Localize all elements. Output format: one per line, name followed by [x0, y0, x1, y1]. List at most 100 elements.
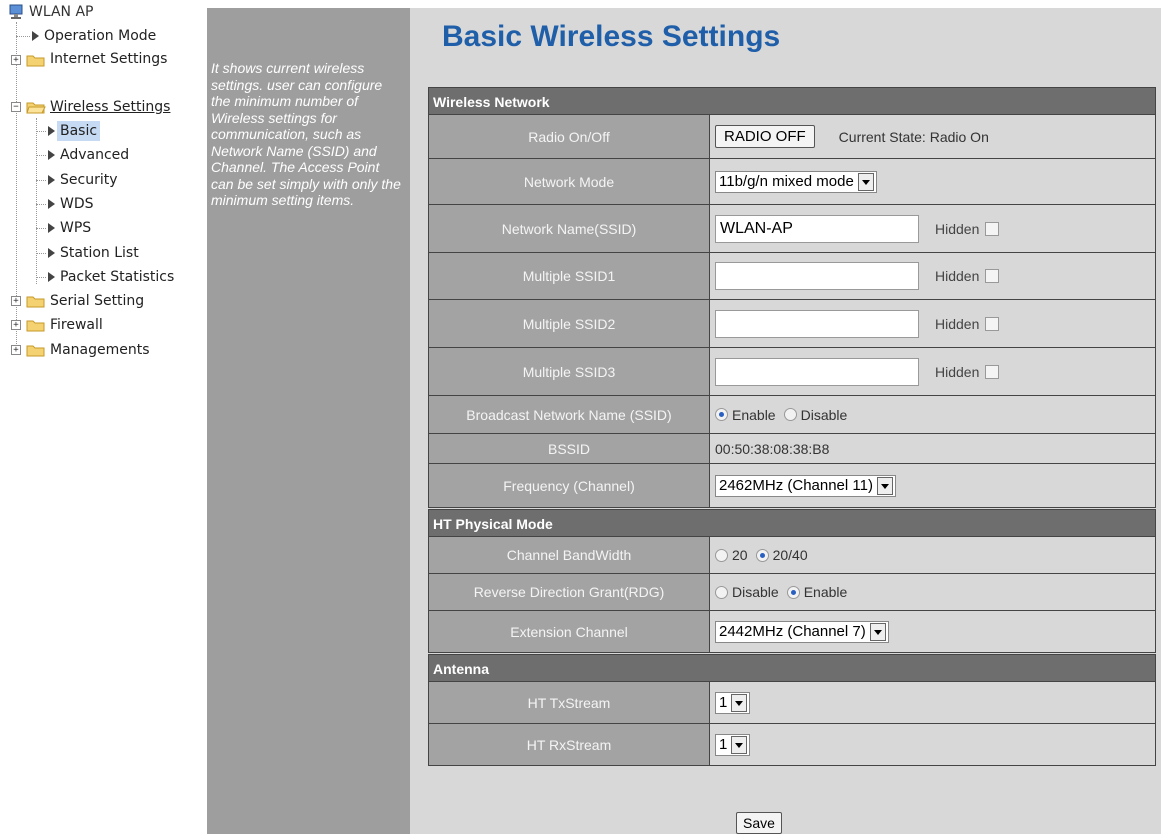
folder-icon [26, 320, 45, 332]
rdg-enable-radio[interactable] [786, 585, 800, 599]
row-radio: Radio On/Off RADIO OFF Current State: Ra… [428, 115, 1156, 159]
hidden-label: Hidden [935, 220, 980, 237]
expand-icon[interactable]: + [11, 345, 21, 355]
broadcast-disable-radio[interactable] [783, 408, 797, 421]
frequency-value: 2462MHz (Channel 11) [719, 477, 873, 494]
tree-item-wireless-settings[interactable]: Wireless Settings [50, 97, 170, 117]
section-ht-physical-mode: HT Physical Mode [428, 509, 1156, 537]
row-frequency: Frequency (Channel) 2462MHz (Channel 11) [428, 464, 1156, 508]
arrow-icon [32, 31, 39, 41]
settings-table: Wireless Network Radio On/Off RADIO OFF … [428, 86, 1156, 766]
tree-root-label[interactable]: WLAN AP [29, 2, 93, 22]
radio-off-button[interactable]: RADIO OFF [715, 125, 815, 148]
extension-channel-value: 2442MHz (Channel 7) [719, 623, 866, 640]
save-button[interactable]: Save [736, 812, 782, 834]
mssid1-input[interactable] [715, 262, 919, 290]
expand-icon[interactable]: + [11, 55, 21, 65]
tree-item-advanced[interactable]: Advanced [60, 145, 129, 165]
rdg-disable-label: Disable [732, 584, 779, 600]
collapse-icon[interactable]: − [11, 102, 21, 112]
rx-stream-select[interactable]: 1 [715, 733, 751, 756]
row-mssid1: Multiple SSID1 Hidden [428, 253, 1156, 300]
dropdown-arrow-icon [876, 476, 893, 495]
tree-item-internet-settings[interactable]: Internet Settings [50, 49, 167, 69]
tree-item-security[interactable]: Security [60, 170, 118, 190]
mssid1-hidden-checkbox[interactable] [985, 269, 1000, 283]
hidden-label: Hidden [935, 363, 980, 380]
network-mode-value: 11b/g/n mixed mode [719, 173, 854, 190]
arrow-icon [48, 248, 55, 258]
ssid-input[interactable]: WLAN-AP [715, 214, 919, 243]
arrow-icon [48, 175, 55, 185]
ssid-hidden-checkbox[interactable] [985, 221, 1000, 236]
row-network-mode: Network Mode 11b/g/n mixed mode [428, 159, 1156, 205]
mssid3-input[interactable] [715, 357, 919, 386]
section-antenna: Antenna [428, 654, 1156, 682]
open-folder-icon [26, 102, 46, 114]
mssid2-label: Multiple SSID2 [429, 300, 710, 347]
network-mode-select[interactable]: 11b/g/n mixed mode [715, 170, 877, 193]
broadcast-enable-label: Enable [732, 406, 776, 423]
bssid-value: 00:50:38:08:38:B8 [710, 434, 1155, 463]
arrow-icon [48, 272, 55, 282]
row-bandwidth: Channel BandWidth 20 20/40 [428, 537, 1156, 574]
bandwidth-20-radio[interactable] [715, 548, 728, 562]
expand-icon[interactable]: + [11, 320, 21, 330]
frequency-select[interactable]: 2462MHz (Channel 11) [715, 474, 896, 497]
arrow-icon [48, 150, 55, 160]
tree-item-basic[interactable]: Basic [57, 121, 101, 141]
tx-stream-value: 1 [719, 694, 728, 711]
tree-item-station-list[interactable]: Station List [60, 243, 139, 263]
hidden-label: Hidden [935, 315, 980, 332]
extension-channel-select[interactable]: 2442MHz (Channel 7) [715, 620, 889, 643]
page-title: Basic Wireless Settings [442, 20, 781, 53]
dropdown-arrow-icon [857, 172, 874, 191]
rdg-label: Reverse Direction Grant(RDG) [429, 574, 710, 610]
broadcast-disable-label: Disable [800, 406, 848, 423]
radio-state-text: Current State: Radio On [838, 128, 989, 145]
arrow-icon [48, 199, 55, 209]
row-ssid: Network Name(SSID) WLAN-AP Hidden [428, 205, 1156, 253]
bandwidth-2040-radio[interactable] [755, 548, 769, 562]
frequency-label: Frequency (Channel) [429, 464, 710, 507]
folder-icon [26, 296, 45, 308]
rx-stream-value: 1 [719, 736, 728, 753]
tx-stream-label: HT TxStream [429, 682, 710, 723]
tree-item-serial-setting[interactable]: Serial Setting [50, 291, 144, 311]
tree-item-wps[interactable]: WPS [60, 218, 91, 238]
broadcast-label: Broadcast Network Name (SSID) [429, 396, 710, 433]
row-tx-stream: HT TxStream 1 [428, 682, 1156, 724]
tree-item-managements[interactable]: Managements [50, 340, 150, 360]
folder-icon [26, 55, 45, 67]
main-content: Basic Wireless Settings Wireless Network… [410, 8, 1161, 834]
tx-stream-select[interactable]: 1 [715, 691, 751, 714]
help-panel: It shows current wireless settings. user… [207, 8, 410, 834]
mssid2-hidden-checkbox[interactable] [985, 316, 1000, 331]
rdg-disable-radio[interactable] [715, 585, 728, 599]
dropdown-arrow-icon [731, 693, 748, 712]
tree-item-wds[interactable]: WDS [60, 194, 94, 214]
tree-item-operation-mode[interactable]: Operation Mode [44, 26, 156, 46]
row-rx-stream: HT RxStream 1 [428, 724, 1156, 766]
bandwidth-2040-label: 20/40 [772, 547, 808, 563]
row-mssid2: Multiple SSID2 Hidden [428, 300, 1156, 348]
extension-channel-label: Extension Channel [429, 611, 710, 652]
section-wireless-network: Wireless Network [428, 87, 1156, 115]
expand-icon[interactable]: + [11, 296, 21, 306]
tree-item-packet-statistics[interactable]: Packet Statistics [60, 267, 174, 287]
row-broadcast: Broadcast Network Name (SSID) Enable Dis… [428, 396, 1156, 434]
row-mssid3: Multiple SSID3 Hidden [428, 348, 1156, 396]
rdg-enable-label: Enable [803, 584, 848, 600]
mssid3-hidden-checkbox[interactable] [985, 364, 1000, 379]
row-bssid: BSSID 00:50:38:08:38:B8 [428, 434, 1156, 464]
navigation-tree: WLAN AP Operation Mode + Internet Settin… [0, 0, 207, 834]
arrow-icon [48, 126, 55, 136]
broadcast-enable-radio[interactable] [715, 408, 728, 421]
bandwidth-label: Channel BandWidth [429, 537, 710, 573]
bandwidth-20-label: 20 [732, 547, 748, 563]
folder-icon [26, 345, 45, 357]
tree-item-firewall[interactable]: Firewall [50, 315, 103, 335]
radio-label: Radio On/Off [429, 115, 710, 158]
hidden-label: Hidden [935, 268, 980, 284]
mssid2-input[interactable] [715, 309, 919, 338]
